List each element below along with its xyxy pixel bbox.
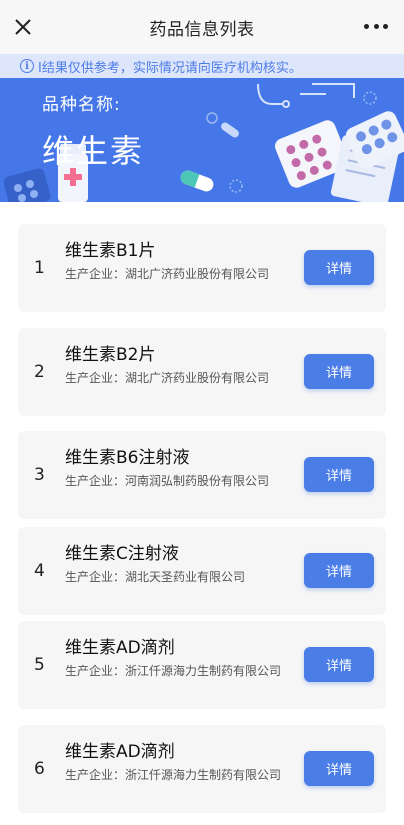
page-title: 药品信息列表: [149, 19, 255, 40]
category-name: 维生素: [42, 132, 145, 170]
drug-name: 维生素B2片: [65, 345, 156, 365]
drug-card[interactable]: 2 维生素B2片 生产企业：湖北广济药业股份有限公司 详情: [18, 328, 386, 416]
drug-company: 生产企业：河南润弘制药股份有限公司: [65, 474, 270, 488]
drug-card[interactable]: 6 维生素AD滴剂 生产企业：浙江仟源海力生制药有限公司 详情: [18, 725, 386, 813]
detail-button[interactable]: 详情: [304, 250, 374, 285]
drug-name: 维生素AD滴剂: [65, 638, 175, 658]
drug-company: 生产企业：湖北广济药业股份有限公司: [65, 267, 270, 281]
category-banner: 品种名称: 维生素: [0, 78, 404, 202]
drug-name: 维生素B6注射液: [65, 448, 190, 468]
detail-button[interactable]: 详情: [304, 647, 374, 682]
disclaimer-text: I结果仅供参考，实际情况请向医疗机构核实。: [38, 60, 302, 76]
detail-button[interactable]: 详情: [304, 354, 374, 389]
drug-company: 生产企业：湖北天圣药业有限公司: [65, 570, 246, 584]
drug-index: 1: [34, 258, 45, 278]
drug-card[interactable]: 3 维生素B6注射液 生产企业：河南润弘制药股份有限公司 详情: [18, 431, 386, 519]
detail-button[interactable]: 详情: [304, 751, 374, 786]
drug-index: 6: [34, 759, 45, 779]
detail-button[interactable]: 详情: [304, 553, 374, 588]
more-dots-icon[interactable]: [364, 16, 388, 36]
close-icon[interactable]: [8, 12, 38, 42]
drug-index: 2: [34, 362, 45, 382]
drug-company: 生产企业：湖北广济药业股份有限公司: [65, 371, 270, 385]
drug-company: 生产企业：浙江仟源海力生制药有限公司: [65, 664, 282, 678]
drug-index: 4: [34, 561, 45, 581]
info-icon: i: [20, 59, 34, 73]
drug-name: 维生素AD滴剂: [65, 742, 175, 762]
drug-list-page: 药品信息列表 i I结果仅供参考，实际情况请向医疗机构核实。 品种名称: 维生素…: [0, 0, 404, 825]
disclaimer-notice: i I结果仅供参考，实际情况请向医疗机构核实。: [0, 54, 404, 78]
category-label: 品种名称:: [42, 95, 121, 115]
drug-card[interactable]: 5 维生素AD滴剂 生产企业：浙江仟源海力生制药有限公司 详情: [18, 621, 386, 709]
drug-card[interactable]: 4 维生素C注射液 生产企业：湖北天圣药业有限公司 详情: [18, 527, 386, 615]
detail-button[interactable]: 详情: [304, 457, 374, 492]
drug-name: 维生素C注射液: [65, 544, 179, 564]
drug-index: 5: [34, 655, 45, 675]
nav-bar: 药品信息列表: [0, 0, 404, 54]
drug-card[interactable]: 1 维生素B1片 生产企业：湖北广济药业股份有限公司 详情: [18, 224, 386, 312]
drug-name: 维生素B1片: [65, 241, 156, 261]
drug-index: 3: [34, 465, 45, 485]
drug-company: 生产企业：浙江仟源海力生制药有限公司: [65, 768, 282, 782]
